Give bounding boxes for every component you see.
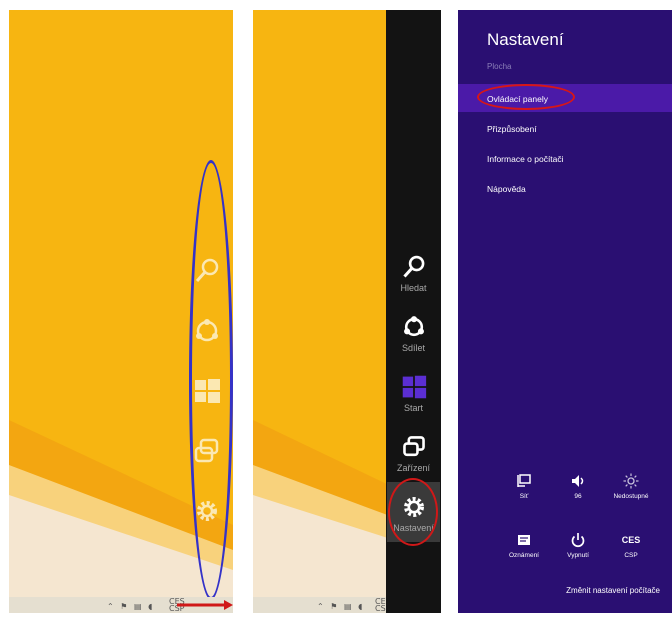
charm-label: Sdílet bbox=[401, 343, 425, 353]
settings-item-help[interactable]: Nápověda bbox=[487, 184, 526, 194]
settings-pane: Nastavení Plocha Ovládací panely Přizpůs… bbox=[458, 10, 672, 613]
share-icon bbox=[403, 316, 424, 337]
charm-label: Zařízení bbox=[396, 463, 430, 473]
settings-item-personalize[interactable]: Přizpůsobení bbox=[487, 124, 537, 134]
annotation-ellipse bbox=[189, 160, 233, 600]
tile-label: Nedostupné bbox=[613, 493, 649, 500]
brightness-icon bbox=[623, 473, 639, 489]
tray-icons: ⌃ ⚑ ▤ ◖ bbox=[317, 602, 365, 611]
charms-panel: ⌃ ⚑ ▤ ◖ CES CSP Hledat Sdílet Start Zaříz… bbox=[253, 10, 441, 613]
annotation-ring bbox=[388, 478, 438, 546]
tile-notifications[interactable]: Oznámení bbox=[499, 532, 549, 559]
settings-title: Nastavení bbox=[487, 30, 564, 49]
tile-label: Síť bbox=[519, 493, 529, 500]
charm-search[interactable]: Hledat bbox=[386, 254, 441, 293]
volume-icon bbox=[572, 475, 584, 487]
power-icon bbox=[571, 533, 585, 548]
charm-label: Start bbox=[403, 403, 423, 413]
tile-network[interactable]: Síť bbox=[499, 473, 549, 500]
annotation-arrow bbox=[177, 600, 233, 610]
keyboard-language-icon: CES bbox=[621, 535, 641, 545]
network-icon bbox=[517, 474, 531, 487]
notifications-icon bbox=[518, 535, 530, 545]
devices-icon bbox=[402, 436, 425, 457]
charm-devices[interactable]: Zařízení bbox=[386, 434, 441, 473]
charm-start[interactable]: Start bbox=[386, 374, 441, 413]
tile-keyboard-language[interactable]: CES CSP bbox=[606, 532, 656, 559]
tile-label: CSP bbox=[624, 552, 638, 559]
charm-label: Hledat bbox=[400, 283, 427, 293]
change-pc-settings-link[interactable]: Změnit nastavení počítače bbox=[566, 586, 660, 595]
windows-logo-icon bbox=[402, 375, 426, 399]
tile-brightness[interactable]: Nedostupné bbox=[606, 473, 656, 500]
settings-context: Plocha bbox=[487, 62, 512, 71]
settings-item-pc-info[interactable]: Informace o počítači bbox=[487, 154, 564, 164]
tray-icons: ⌃ ⚑ ▤ ◖ bbox=[107, 602, 155, 611]
annotation-ring bbox=[477, 84, 575, 110]
tile-label: Vypnutí bbox=[567, 552, 589, 559]
tile-label: Oznámení bbox=[509, 552, 539, 559]
desktop-panel: ⌃ ⚑ ▤ ◖ CES CSP bbox=[9, 10, 233, 613]
tile-power[interactable]: Vypnutí bbox=[553, 532, 603, 559]
charm-share[interactable]: Sdílet bbox=[386, 314, 441, 353]
search-icon bbox=[402, 255, 424, 278]
tile-label: 96 bbox=[574, 493, 582, 500]
tile-volume[interactable]: 96 bbox=[553, 473, 603, 500]
